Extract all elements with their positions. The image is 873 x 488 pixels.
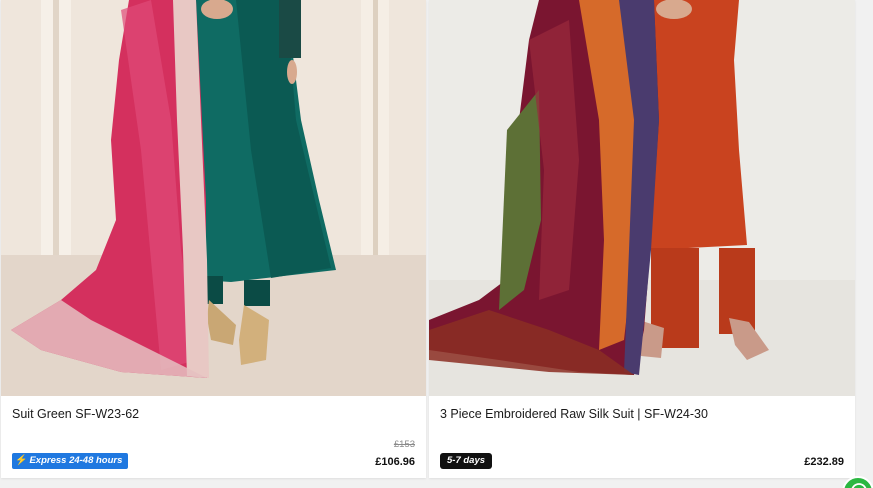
product-image[interactable] — [1, 0, 426, 396]
product-title[interactable]: Suit Green SF-W23-62 — [12, 407, 139, 421]
product-image[interactable] — [429, 0, 855, 396]
product-title[interactable]: 3 Piece Embroidered Raw Silk Suit | SF-W… — [440, 407, 708, 421]
whatsapp-icon — [851, 483, 867, 488]
delivery-badge: 5-7 days — [440, 453, 493, 469]
sale-price: £106.96 — [375, 456, 415, 468]
product-grid: Suit Green SF-W23-62 £153 ⚡ Express 24-4… — [0, 0, 873, 488]
original-price: £153 — [393, 439, 415, 450]
sale-price: £232.89 — [804, 456, 844, 468]
product-card[interactable]: 3 Piece Embroidered Raw Silk Suit | SF-W… — [429, 0, 855, 478]
product-card[interactable]: Suit Green SF-W23-62 £153 ⚡ Express 24-4… — [1, 0, 426, 478]
delivery-badge: ⚡ Express 24-48 hours — [12, 453, 129, 469]
delivery-badge-label: Express 24-48 hours — [29, 455, 123, 466]
lightning-bolt-icon: ⚡ — [15, 455, 28, 466]
